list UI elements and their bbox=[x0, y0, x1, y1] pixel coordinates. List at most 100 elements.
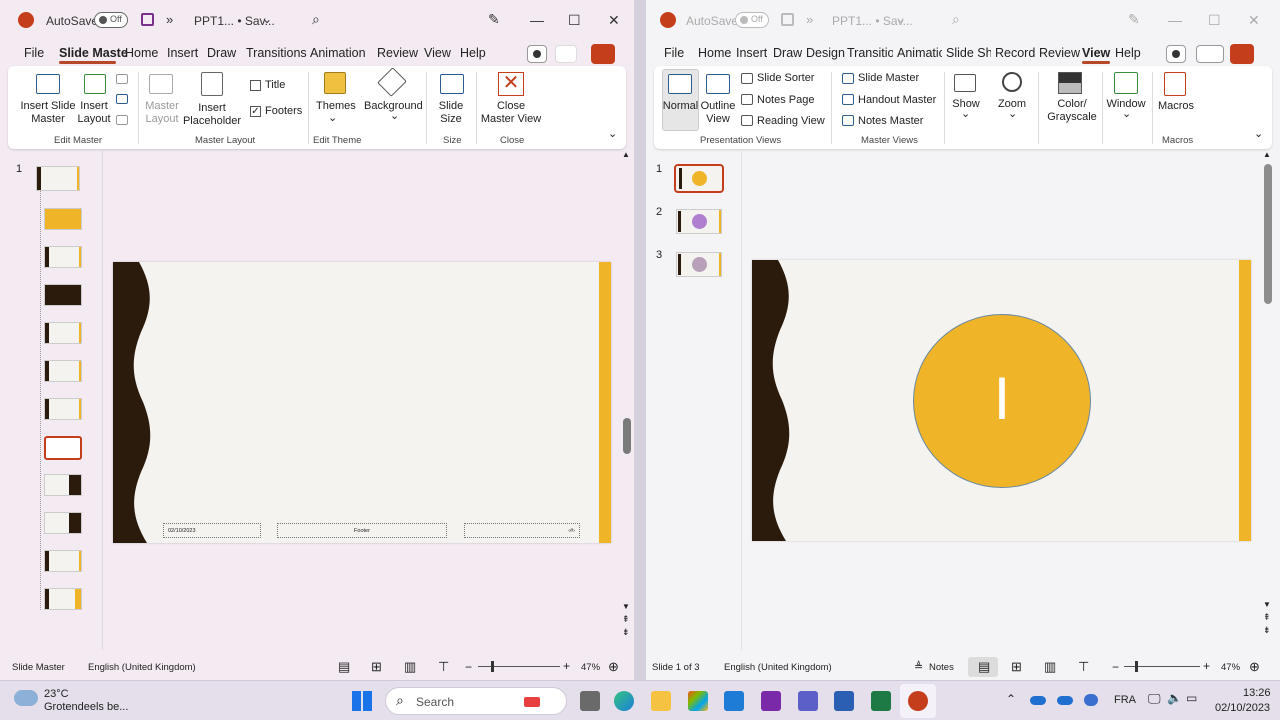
tab-transitions[interactable]: Transitions bbox=[246, 46, 307, 60]
maximize-icon[interactable]: ☐ bbox=[1208, 12, 1221, 29]
save-icon[interactable] bbox=[781, 13, 794, 26]
insert-placeholder-button[interactable]: Insert Placeholder bbox=[180, 102, 244, 128]
chevron-down-icon[interactable]: ⌄ bbox=[328, 112, 337, 125]
tab-home[interactable]: Home bbox=[698, 46, 731, 60]
tab-slide-master[interactable]: Slide Maste bbox=[59, 46, 128, 64]
word-icon[interactable] bbox=[834, 691, 854, 711]
normal-view-button[interactable]: Normal bbox=[662, 100, 699, 113]
tab-review[interactable]: Review bbox=[1039, 46, 1080, 60]
mail-icon[interactable] bbox=[724, 691, 744, 711]
autosave-toggle[interactable]: Off bbox=[735, 12, 769, 28]
task-view-icon[interactable] bbox=[580, 691, 600, 711]
search-icon[interactable]: ⌕ bbox=[952, 11, 960, 28]
fit-slide-icon[interactable]: ⊕ bbox=[608, 659, 619, 675]
normal-view-icon[interactable]: ▤ bbox=[338, 659, 350, 675]
footers-checkbox[interactable]: ✓ bbox=[250, 106, 261, 117]
layout-thumbnail[interactable] bbox=[44, 588, 82, 610]
weather-icon[interactable] bbox=[14, 690, 38, 706]
tab-draw[interactable]: Draw bbox=[207, 46, 236, 60]
chevron-down-icon[interactable]: ⌄ bbox=[390, 110, 399, 123]
tab-file[interactable]: File bbox=[664, 46, 684, 60]
pen-icon[interactable]: ✎ bbox=[488, 11, 500, 28]
chevron-down-icon[interactable]: ⌄ bbox=[262, 12, 272, 26]
network-icon[interactable]: 🖵 bbox=[1148, 691, 1161, 707]
more-icon[interactable]: » bbox=[806, 12, 813, 27]
layout-thumbnail[interactable] bbox=[44, 360, 82, 382]
record-icon[interactable] bbox=[527, 45, 547, 63]
preserve-icon[interactable] bbox=[116, 115, 128, 125]
collapse-ribbon-icon[interactable]: ⌄ bbox=[608, 128, 617, 141]
prev-slide-icon[interactable]: ⇞ bbox=[1263, 612, 1271, 623]
master-layout-button[interactable]: Master Layout bbox=[144, 100, 180, 126]
scroll-arrow-icon[interactable]: ▼ bbox=[1263, 600, 1271, 609]
notes-icon[interactable]: ≜ bbox=[914, 660, 923, 673]
tray-overflow-icon[interactable]: ⌃ bbox=[1006, 692, 1016, 706]
zoom-slider[interactable] bbox=[1124, 661, 1200, 672]
tab-transitions[interactable]: Transitio bbox=[847, 46, 893, 60]
layout-thumbnail[interactable] bbox=[44, 246, 82, 268]
layout-thumbnail[interactable] bbox=[44, 550, 82, 572]
layout-thumbnail[interactable] bbox=[44, 208, 82, 230]
slideshow-icon[interactable]: ⊤ bbox=[438, 659, 449, 675]
zoom-level[interactable]: 47% bbox=[581, 662, 600, 673]
record-icon[interactable] bbox=[1166, 45, 1186, 63]
reading-view-icon[interactable]: ▥ bbox=[1044, 659, 1056, 675]
comments-icon[interactable] bbox=[555, 45, 577, 63]
tab-home[interactable]: Home bbox=[125, 46, 158, 60]
minimize-icon[interactable]: — bbox=[1168, 12, 1182, 28]
slide-canvas[interactable]: I bbox=[752, 260, 1251, 541]
tab-animations[interactable]: Animations bbox=[310, 46, 366, 60]
tab-insert[interactable]: Insert bbox=[736, 46, 767, 60]
slideshow-icon[interactable]: ⊤ bbox=[1078, 659, 1089, 675]
macros-button[interactable]: Macros bbox=[1156, 100, 1196, 113]
tab-record[interactable]: Record bbox=[995, 46, 1035, 60]
language-indicator[interactable]: FRA bbox=[1114, 694, 1136, 706]
tab-animations[interactable]: Animatic bbox=[897, 46, 942, 60]
chevron-down-icon[interactable]: ⌄ bbox=[896, 12, 906, 26]
tab-slide-show[interactable]: Slide Sho bbox=[946, 46, 991, 60]
fit-slide-icon[interactable]: ⊕ bbox=[1249, 659, 1260, 675]
security-icon[interactable] bbox=[1084, 694, 1098, 706]
language-indicator[interactable]: English (United Kingdom) bbox=[724, 662, 832, 673]
reading-view-button[interactable]: Reading View bbox=[757, 115, 825, 128]
prev-slide-icon[interactable]: ⇞ bbox=[622, 614, 630, 625]
next-slide-icon[interactable]: ⇟ bbox=[1263, 625, 1271, 636]
collapse-ribbon-icon[interactable]: ⌄ bbox=[1254, 128, 1263, 141]
rename-icon[interactable] bbox=[116, 94, 128, 104]
color-grayscale-button[interactable]: Color/ Grayscale bbox=[1046, 98, 1098, 124]
more-icon[interactable]: » bbox=[166, 12, 173, 27]
teams-icon[interactable] bbox=[798, 691, 818, 711]
slide-thumbnail[interactable] bbox=[676, 252, 722, 277]
layout-thumbnail[interactable] bbox=[44, 322, 82, 344]
zoom-out-icon[interactable]: − bbox=[1112, 660, 1119, 674]
zoom-in-icon[interactable]: + bbox=[1203, 659, 1210, 673]
slide-master-button[interactable]: Slide Master bbox=[858, 72, 919, 85]
sorter-view-icon[interactable]: ⊞ bbox=[371, 659, 382, 675]
outline-view-button[interactable]: Outline View bbox=[700, 100, 736, 126]
layout-thumbnail[interactable] bbox=[44, 284, 82, 306]
chevron-down-icon[interactable]: ⌄ bbox=[1008, 108, 1017, 121]
scrollbar-thumb[interactable] bbox=[623, 418, 631, 454]
zoom-out-icon[interactable]: − bbox=[465, 660, 472, 674]
onedrive-icon[interactable] bbox=[1057, 696, 1073, 705]
search-box[interactable]: ⌕ Search bbox=[385, 687, 567, 715]
date-placeholder[interactable]: 02/10/2023 bbox=[163, 523, 261, 538]
layout-thumbnail[interactable] bbox=[44, 512, 82, 534]
page-number-placeholder[interactable]: ‹#› bbox=[464, 523, 580, 538]
volume-icon[interactable]: 🔈 bbox=[1167, 691, 1182, 705]
clock-date[interactable]: 02/10/2023 bbox=[1215, 702, 1270, 714]
tab-view[interactable]: View bbox=[424, 46, 451, 60]
onenote-icon[interactable] bbox=[761, 691, 781, 711]
close-icon[interactable]: ✕ bbox=[1248, 12, 1260, 29]
search-icon[interactable]: ⌕ bbox=[312, 11, 320, 28]
autosave-toggle[interactable]: Off bbox=[94, 12, 128, 28]
slide-sorter-button[interactable]: Slide Sorter bbox=[757, 72, 814, 85]
master-thumbnail[interactable] bbox=[36, 166, 80, 191]
next-slide-icon[interactable]: ⇟ bbox=[622, 627, 630, 638]
slide-thumbnail-selected[interactable] bbox=[674, 164, 724, 193]
normal-view-icon[interactable]: ▤ bbox=[978, 659, 990, 675]
onedrive-icon[interactable] bbox=[1030, 696, 1046, 705]
sorter-view-icon[interactable]: ⊞ bbox=[1011, 659, 1022, 675]
notes-master-button[interactable]: Notes Master bbox=[858, 115, 923, 128]
scroll-arrow-icon[interactable]: ▲ bbox=[1263, 150, 1271, 159]
